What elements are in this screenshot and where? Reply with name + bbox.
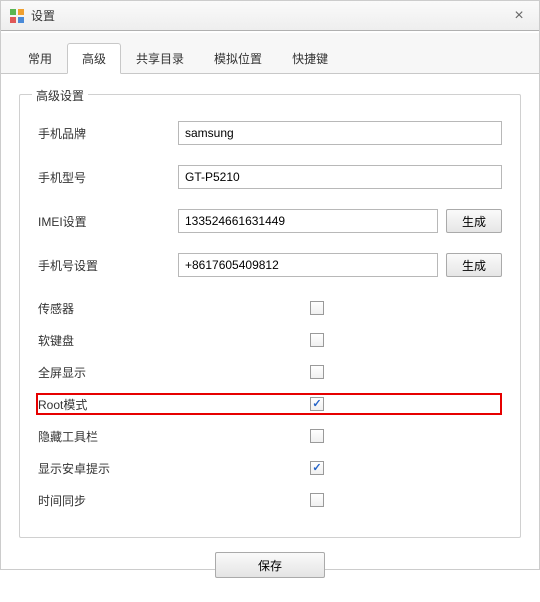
tab-mock-location[interactable]: 模拟位置 (199, 43, 277, 73)
row-sensor: 传感器 (38, 297, 502, 319)
checkbox-root[interactable] (310, 397, 324, 411)
titlebar: 设置 × (1, 1, 539, 31)
label-phone: 手机号设置 (38, 257, 178, 274)
label-brand: 手机品牌 (38, 125, 178, 142)
tab-advanced[interactable]: 高级 (67, 43, 121, 74)
window-title: 设置 (31, 7, 507, 24)
tab-common[interactable]: 常用 (13, 43, 67, 73)
tab-shared-dir[interactable]: 共享目录 (121, 43, 199, 73)
group-legend: 高级设置 (32, 87, 88, 104)
footer: 保存 (19, 538, 521, 592)
label-root: Root模式 (38, 396, 310, 413)
generate-imei-button[interactable]: 生成 (446, 209, 502, 233)
row-android-tips: 显示安卓提示 (38, 457, 502, 479)
settings-window: 设置 × 常用 高级 共享目录 模拟位置 快捷键 高级设置 手机品牌 手机型号 … (0, 0, 540, 570)
save-button[interactable]: 保存 (215, 552, 325, 578)
input-phone[interactable] (178, 253, 438, 277)
label-model: 手机型号 (38, 169, 178, 186)
row-phone: 手机号设置 生成 (38, 253, 502, 277)
input-model[interactable] (178, 165, 502, 189)
row-hide-bar: 隐藏工具栏 (38, 425, 502, 447)
label-fullscreen: 全屏显示 (38, 364, 310, 381)
checkbox-time-sync[interactable] (310, 493, 324, 507)
close-button[interactable]: × (507, 4, 531, 28)
row-time-sync: 时间同步 (38, 489, 502, 511)
row-imei: IMEI设置 生成 (38, 209, 502, 233)
checkbox-softkeyboard[interactable] (310, 333, 324, 347)
tab-bar: 常用 高级 共享目录 模拟位置 快捷键 (1, 33, 539, 74)
label-sensor: 传感器 (38, 300, 310, 317)
tab-shortcuts[interactable]: 快捷键 (277, 43, 343, 73)
label-time-sync: 时间同步 (38, 492, 310, 509)
input-imei[interactable] (178, 209, 438, 233)
row-softkeyboard: 软键盘 (38, 329, 502, 351)
label-softkeyboard: 软键盘 (38, 332, 310, 349)
close-icon: × (514, 7, 523, 25)
app-icon (9, 8, 25, 24)
row-model: 手机型号 (38, 165, 502, 189)
label-hide-bar: 隐藏工具栏 (38, 428, 310, 445)
checkbox-sensor[interactable] (310, 301, 324, 315)
checkbox-android-tips[interactable] (310, 461, 324, 475)
row-brand: 手机品牌 (38, 121, 502, 145)
content-area: 高级设置 手机品牌 手机型号 IMEI设置 生成 手机号设置 生成 传感器 (1, 74, 539, 602)
row-fullscreen: 全屏显示 (38, 361, 502, 383)
input-brand[interactable] (178, 121, 502, 145)
checkbox-hide-bar[interactable] (310, 429, 324, 443)
label-android-tips: 显示安卓提示 (38, 460, 310, 477)
generate-phone-button[interactable]: 生成 (446, 253, 502, 277)
checkbox-fullscreen[interactable] (310, 365, 324, 379)
row-root: Root模式 (36, 393, 502, 415)
advanced-settings-group: 高级设置 手机品牌 手机型号 IMEI设置 生成 手机号设置 生成 传感器 (19, 94, 521, 538)
label-imei: IMEI设置 (38, 213, 178, 230)
